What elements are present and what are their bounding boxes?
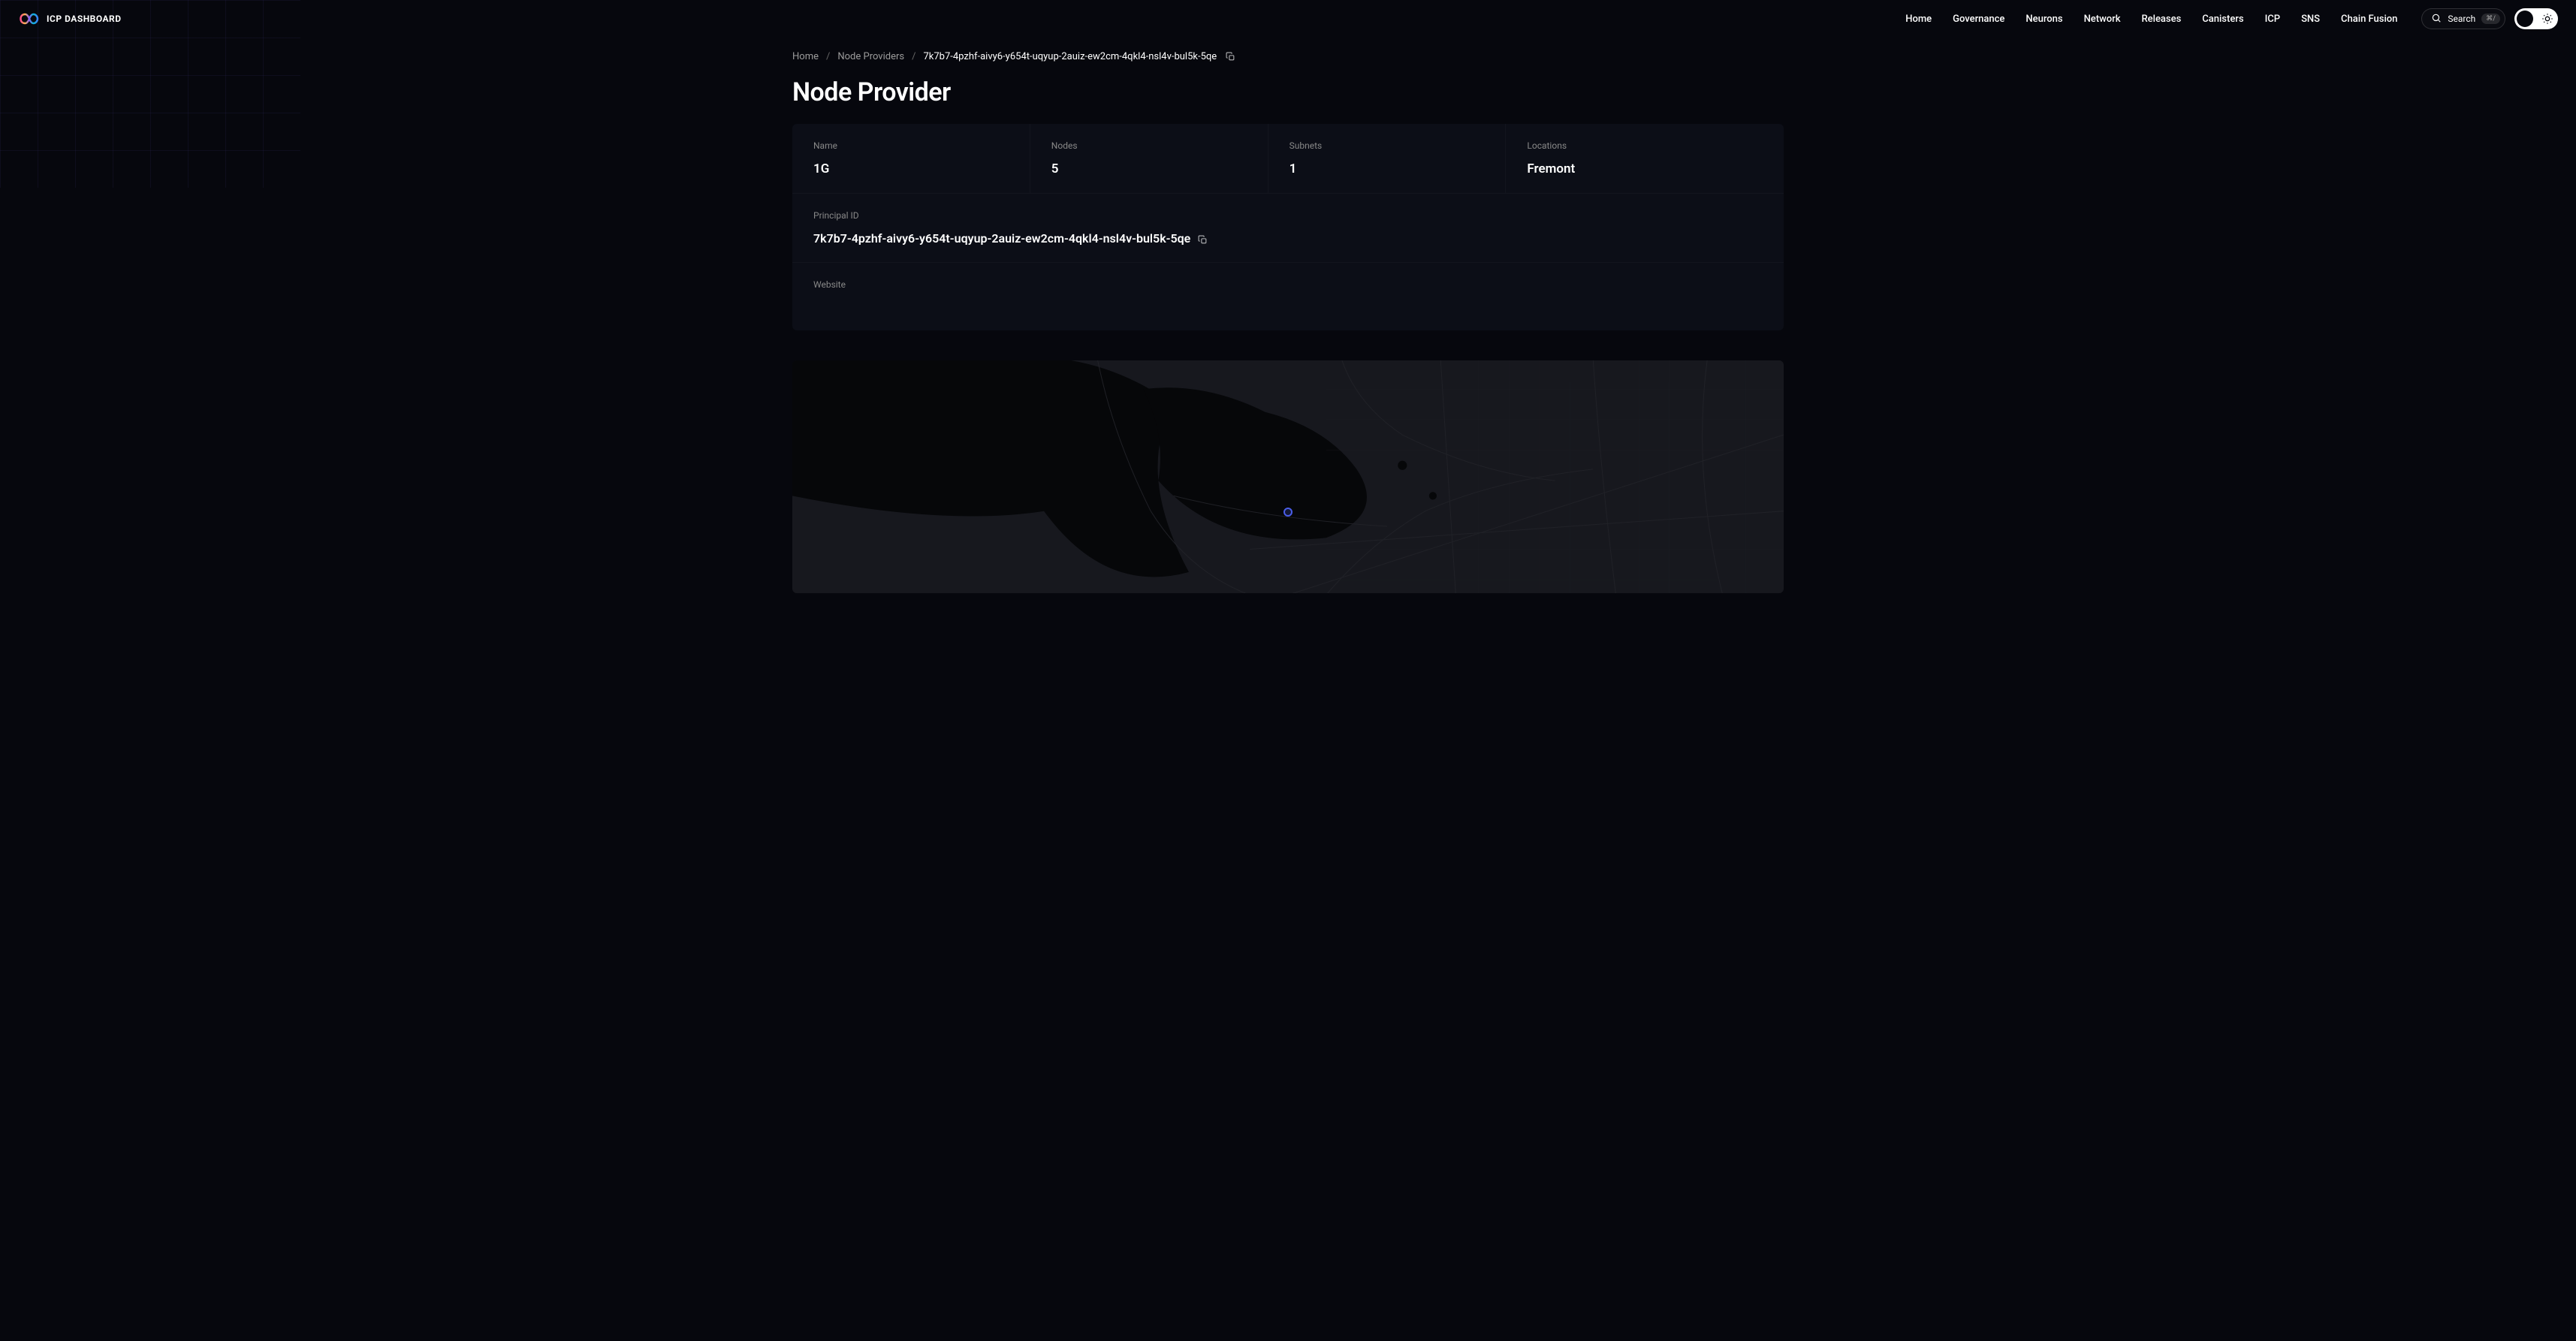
- main-content: Home / Node Providers / 7k7b7-4pzhf-aivy…: [762, 38, 1814, 593]
- logo-text: ICP DASHBOARD: [47, 14, 122, 24]
- nav-network[interactable]: Network: [2084, 14, 2121, 25]
- cell-principal: Principal ID 7k7b7-4pzhf-aivy6-y654t-uqy…: [792, 194, 1784, 263]
- details-row-1: Name 1G Nodes 5 Subnets 1 Locations Frem…: [792, 124, 1784, 194]
- copy-icon[interactable]: [1198, 234, 1208, 243]
- map-svg: [792, 360, 1784, 593]
- nodes-label: Nodes: [1051, 140, 1247, 151]
- nav-chain-fusion[interactable]: Chain Fusion: [2341, 14, 2397, 25]
- breadcrumb-separator: /: [826, 51, 830, 62]
- breadcrumb: Home / Node Providers / 7k7b7-4pzhf-aivy…: [792, 51, 1784, 62]
- nav-governance[interactable]: Governance: [1953, 14, 2004, 25]
- main-nav: Home Governance Neurons Network Releases…: [1905, 14, 2397, 25]
- cell-nodes: Nodes 5: [1030, 124, 1268, 194]
- sun-icon: [2541, 13, 2553, 25]
- infinity-logo-icon: [18, 12, 41, 26]
- search-kbd: ⌘/: [2481, 14, 2500, 24]
- nodes-value: 5: [1051, 161, 1247, 176]
- cell-name: Name 1G: [792, 124, 1030, 194]
- header-right: Search ⌘/: [2421, 8, 2558, 29]
- cell-website: Website: [792, 263, 1784, 330]
- location-map[interactable]: [792, 360, 1784, 593]
- top-header: ICP DASHBOARD Home Governance Neurons Ne…: [0, 0, 2576, 38]
- cell-locations: Locations Fremont: [1506, 124, 1784, 194]
- locations-value: Fremont: [1527, 161, 1763, 176]
- details-card: Name 1G Nodes 5 Subnets 1 Locations Frem…: [792, 124, 1784, 330]
- cell-subnets: Subnets 1: [1268, 124, 1507, 194]
- website-label: Website: [813, 279, 1763, 290]
- page-title: Node Provider: [792, 77, 1784, 107]
- nav-neurons[interactable]: Neurons: [2026, 14, 2062, 25]
- principal-label: Principal ID: [813, 210, 1763, 221]
- nav-sns[interactable]: SNS: [2301, 14, 2320, 25]
- details-row-3: Website: [792, 263, 1784, 330]
- theme-toggle[interactable]: [2514, 8, 2558, 29]
- nav-canisters[interactable]: Canisters: [2202, 14, 2243, 25]
- search-icon: [2431, 12, 2442, 26]
- theme-knob: [2517, 11, 2533, 27]
- locations-label: Locations: [1527, 140, 1763, 151]
- name-label: Name: [813, 140, 1009, 151]
- breadcrumb-separator: /: [912, 51, 915, 62]
- breadcrumb-current: 7k7b7-4pzhf-aivy6-y654t-uqyup-2auiz-ew2c…: [923, 51, 1217, 62]
- subnets-value: 1: [1290, 161, 1485, 176]
- nav-icp[interactable]: ICP: [2265, 14, 2280, 25]
- principal-value: 7k7b7-4pzhf-aivy6-y654t-uqyup-2auiz-ew2c…: [813, 231, 1190, 246]
- details-row-2: Principal ID 7k7b7-4pzhf-aivy6-y654t-uqy…: [792, 194, 1784, 263]
- breadcrumb-node-providers[interactable]: Node Providers: [837, 51, 904, 62]
- copy-icon[interactable]: [1226, 52, 1235, 62]
- subnets-label: Subnets: [1290, 140, 1485, 151]
- breadcrumb-home[interactable]: Home: [792, 51, 819, 62]
- map-marker-fremont[interactable]: [1283, 508, 1293, 517]
- name-value: 1G: [813, 161, 1009, 176]
- nav-home[interactable]: Home: [1905, 14, 1932, 25]
- logo[interactable]: ICP DASHBOARD: [18, 12, 122, 26]
- search-label: Search: [2448, 14, 2475, 24]
- nav-releases[interactable]: Releases: [2141, 14, 2181, 25]
- search-button[interactable]: Search ⌘/: [2421, 8, 2505, 29]
